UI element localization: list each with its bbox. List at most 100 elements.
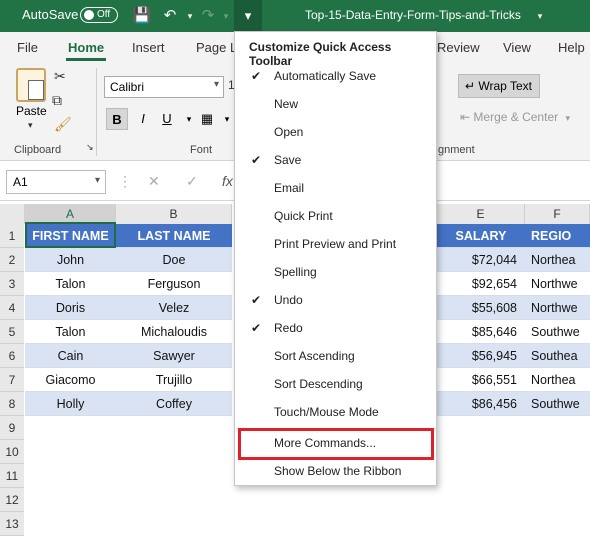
name-box[interactable]: A1 ▾ (6, 170, 106, 194)
autosave-toggle[interactable]: Off (80, 7, 118, 23)
menu-item[interactable]: Quick Print (236, 202, 436, 230)
table-cell[interactable]: $55,608 (437, 296, 525, 320)
tab-page-layout[interactable]: Page L (196, 40, 237, 55)
menu-item[interactable]: Show Below the Ribbon (236, 457, 436, 485)
paste-label[interactable]: Paste (16, 104, 47, 118)
tab-help[interactable]: Help (558, 40, 585, 55)
table-cell[interactable]: Michaloudis (116, 320, 232, 344)
table-cell[interactable]: $92,654 (437, 272, 525, 296)
cut-icon[interactable]: ✂ (54, 68, 66, 85)
borders-icon[interactable]: ▦ (196, 108, 218, 130)
header-cell-first-name[interactable]: FIRST NAME (25, 224, 116, 248)
menu-item[interactable]: Email (236, 174, 436, 202)
cancel-icon[interactable]: ✕ (148, 173, 160, 190)
enter-icon[interactable]: ✓ (186, 173, 198, 190)
menu-item[interactable]: ✔ Save (236, 146, 436, 174)
table-cell[interactable]: $85,646 (437, 320, 525, 344)
menu-item[interactable]: Sort Ascending (236, 342, 436, 370)
header-cell-salary[interactable]: SALARY (437, 224, 525, 248)
table-cell[interactable]: Coffey (116, 392, 232, 416)
copy-icon[interactable]: ⧉ (52, 92, 62, 109)
row-header[interactable]: 1 (0, 224, 24, 248)
table-cell[interactable]: Holly (25, 392, 116, 416)
table-cell[interactable]: Southwe (525, 320, 590, 344)
column-header-f[interactable]: F (525, 204, 590, 224)
table-cell[interactable]: John (25, 248, 116, 272)
table-cell[interactable]: Talon (25, 272, 116, 296)
redo-icon[interactable]: ↷ (198, 6, 218, 26)
table-cell[interactable]: Sawyer (116, 344, 232, 368)
menu-item-label: Quick Print (274, 209, 333, 223)
menu-item[interactable]: Sort Descending (236, 370, 436, 398)
menu-item[interactable]: Print Preview and Print (236, 230, 436, 258)
column-header-a[interactable]: A (25, 204, 116, 224)
italic-icon[interactable]: I (132, 108, 154, 130)
menu-item[interactable]: ✔ Redo (236, 314, 436, 342)
tab-review[interactable]: Review (437, 40, 480, 55)
table-cell[interactable]: Southwe (525, 392, 590, 416)
paste-icon[interactable] (16, 68, 46, 102)
table-cell[interactable]: Giacomo (25, 368, 116, 392)
table-cell[interactable]: $86,456 (437, 392, 525, 416)
menu-item[interactable]: New (236, 90, 436, 118)
column-header-b[interactable]: B (116, 204, 232, 224)
table-cell[interactable]: Talon (25, 320, 116, 344)
column-header-e[interactable]: E (437, 204, 525, 224)
undo-dropdown-icon[interactable]: ▾ (180, 6, 200, 26)
underline-icon[interactable]: U (156, 108, 178, 130)
menu-item[interactable]: Spelling (236, 258, 436, 286)
tab-home[interactable]: Home (68, 40, 104, 55)
row-header[interactable]: 3 (0, 272, 24, 296)
menu-item[interactable]: Open (236, 118, 436, 146)
table-cell[interactable]: Northwe (525, 296, 590, 320)
menu-item[interactable]: More Commands... (236, 429, 436, 457)
row-header[interactable]: 7 (0, 368, 24, 392)
table-cell[interactable]: Trujillo (116, 368, 232, 392)
row-header[interactable]: 9 (0, 416, 24, 440)
row-header[interactable]: 4 (0, 296, 24, 320)
table-cell[interactable]: Cain (25, 344, 116, 368)
merge-center-button[interactable]: ⇤ Merge & Center ▾ (460, 110, 570, 124)
row-header[interactable]: 11 (0, 464, 24, 488)
bold-button[interactable]: B (106, 108, 128, 130)
table-cell[interactable]: $56,945 (437, 344, 525, 368)
clipboard-launcher-icon[interactable]: ↘ (86, 142, 94, 153)
format-painter-icon[interactable]: 🖌 (54, 116, 72, 133)
document-title[interactable]: Top-15-Data-Entry-Form-Tips-and-Tricks (305, 8, 521, 22)
wrap-text-button[interactable]: ↵ Wrap Text (458, 74, 540, 98)
table-cell[interactable]: Ferguson (116, 272, 232, 296)
insert-function-icon[interactable]: fx (222, 173, 233, 189)
menu-item[interactable]: ✔ Automatically Save (236, 62, 436, 90)
row-header[interactable]: 5 (0, 320, 24, 344)
redo-dropdown-icon[interactable]: ▾ (216, 6, 236, 26)
row-header[interactable]: 10 (0, 440, 24, 464)
tab-file[interactable]: File (17, 40, 38, 55)
row-header[interactable]: 13 (0, 512, 24, 536)
table-cell[interactable]: Doe (116, 248, 232, 272)
title-dropdown-icon[interactable]: ▾ (530, 6, 550, 26)
menu-item[interactable]: Touch/Mouse Mode (236, 398, 436, 426)
row-header[interactable]: 12 (0, 488, 24, 512)
font-name-box[interactable]: Calibri ▾ (104, 76, 224, 98)
table-cell[interactable]: Southea (525, 344, 590, 368)
table-cell[interactable]: $72,044 (437, 248, 525, 272)
table-cell[interactable]: Northwe (525, 272, 590, 296)
paste-dropdown-icon[interactable]: ▾ (28, 120, 33, 131)
header-cell-last-name[interactable]: LAST NAME (116, 224, 232, 248)
menu-item[interactable]: ✔ Undo (236, 286, 436, 314)
customize-qat-button[interactable]: ▾ (234, 0, 262, 32)
table-cell[interactable]: Northea (525, 248, 590, 272)
tab-view[interactable]: View (503, 40, 531, 55)
table-cell[interactable]: Velez (116, 296, 232, 320)
table-cell[interactable]: Doris (25, 296, 116, 320)
select-all-corner[interactable] (0, 204, 25, 224)
header-cell-region[interactable]: REGIO (525, 224, 590, 248)
save-icon[interactable]: 💾 (132, 6, 152, 26)
table-cell[interactable]: Northea (525, 368, 590, 392)
table-cell[interactable]: $66,551 (437, 368, 525, 392)
undo-icon[interactable]: ↶ (160, 6, 180, 26)
tab-insert[interactable]: Insert (132, 40, 165, 55)
row-header[interactable]: 8 (0, 392, 24, 416)
row-header[interactable]: 6 (0, 344, 24, 368)
row-header[interactable]: 2 (0, 248, 24, 272)
